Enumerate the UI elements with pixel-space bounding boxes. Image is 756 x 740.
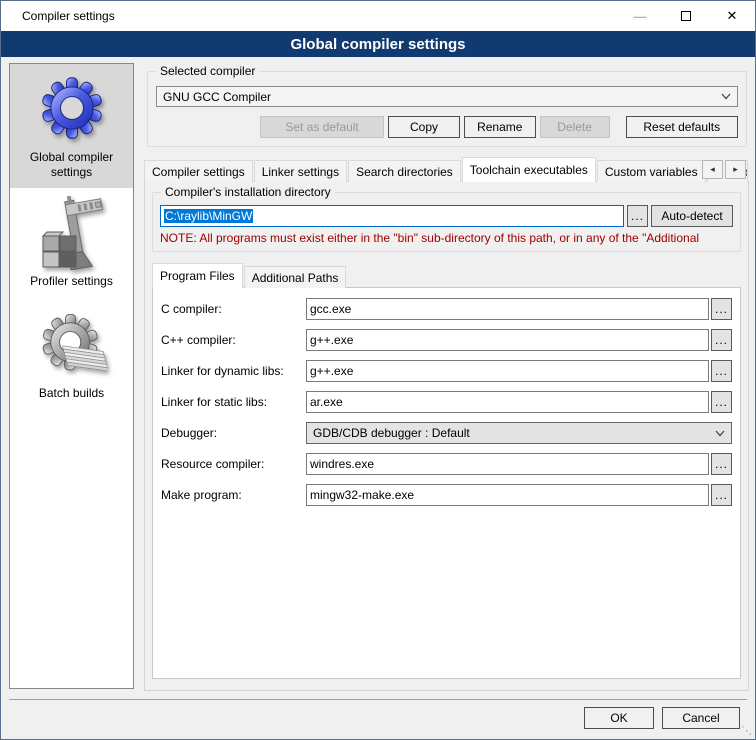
maximize-button[interactable]	[663, 1, 709, 31]
field-value: windres.exe	[310, 457, 374, 471]
debugger-value: GDB/CDB debugger : Default	[313, 426, 715, 440]
field-row-resource-compiler: Resource compiler: windres.exe ...	[161, 453, 732, 475]
selected-compiler-dropdown[interactable]: GNU GCC Compiler	[156, 86, 738, 107]
bin-subdirectory-note: NOTE: All programs must exist either in …	[160, 231, 733, 245]
browse-resource-compiler-button[interactable]: ...	[711, 453, 732, 475]
selected-compiler-value: GNU GCC Compiler	[163, 90, 721, 104]
minimize-icon: —	[634, 9, 647, 24]
selected-compiler-group-label: Selected compiler	[156, 64, 259, 78]
cpp-compiler-input[interactable]: g++.exe	[306, 329, 709, 351]
copy-button[interactable]: Copy	[388, 116, 460, 138]
field-value: g++.exe	[310, 333, 353, 347]
field-value: ar.exe	[310, 395, 343, 409]
settings-category-list: Global compiler settings	[9, 63, 134, 689]
auto-detect-button[interactable]: Auto-detect	[651, 205, 733, 227]
chevron-down-icon	[715, 430, 725, 437]
tab-scroll-buttons: ◂ ▸	[702, 160, 746, 179]
installation-directory-group-label: Compiler's installation directory	[161, 185, 335, 199]
browse-c-compiler-button[interactable]: ...	[711, 298, 732, 320]
installation-directory-group: Compiler's installation directory C:\ray…	[152, 192, 741, 252]
field-row-cpp-compiler: C++ compiler: g++.exe ...	[161, 329, 732, 351]
field-label: Make program:	[161, 488, 306, 502]
titlebar[interactable]: Compiler settings — ✕	[1, 1, 755, 31]
arrow-right-icon: ▸	[733, 164, 738, 175]
sidebar-item-profiler-settings[interactable]: Profiler settings	[10, 188, 133, 300]
tab-scroll-left-button[interactable]: ◂	[702, 160, 723, 179]
rename-button[interactable]: Rename	[464, 116, 536, 138]
minimize-button[interactable]: —	[617, 1, 663, 31]
field-row-c-compiler: C compiler: gcc.exe ...	[161, 298, 732, 320]
window-title: Compiler settings	[22, 9, 115, 23]
browse-cpp-compiler-button[interactable]: ...	[711, 329, 732, 351]
gray-gear-stack-icon	[33, 308, 111, 380]
field-value: g++.exe	[310, 364, 353, 378]
linker-static-input[interactable]: ar.exe	[306, 391, 709, 413]
chevron-down-icon	[721, 93, 731, 100]
debugger-dropdown[interactable]: GDB/CDB debugger : Default	[306, 422, 732, 444]
field-row-debugger: Debugger: GDB/CDB debugger : Default	[161, 422, 732, 444]
sidebar-item-label: Global compiler settings	[10, 150, 133, 180]
resize-grip[interactable]: ⋱	[741, 724, 752, 737]
make-program-input[interactable]: mingw32-make.exe	[306, 484, 709, 506]
field-label: Debugger:	[161, 426, 306, 440]
ok-button[interactable]: OK	[584, 707, 654, 729]
program-tabs: Program Files Additional Paths	[152, 264, 741, 288]
browse-linker-dynamic-button[interactable]: ...	[711, 360, 732, 382]
cancel-button[interactable]: Cancel	[662, 707, 740, 729]
main-panel: Selected compiler GNU GCC Compiler Set a…	[144, 63, 749, 689]
installation-directory-row: C:\raylib\MinGW ... Auto-detect	[160, 205, 733, 227]
close-icon: ✕	[727, 8, 738, 24]
maximize-icon	[681, 11, 691, 21]
installation-directory-selected-text: C:\raylib\MinGW	[164, 209, 253, 223]
tab-scroll-right-button[interactable]: ▸	[725, 160, 746, 179]
field-value: gcc.exe	[310, 302, 351, 316]
installation-directory-input[interactable]: C:\raylib\MinGW	[160, 205, 624, 227]
settings-tabs: Compiler settings Linker settings Search…	[144, 157, 749, 182]
browse-linker-static-button[interactable]: ...	[711, 391, 732, 413]
toolchain-executables-panel: Compiler's installation directory C:\ray…	[144, 181, 749, 691]
delete-button[interactable]: Delete	[540, 116, 610, 138]
field-label: C++ compiler:	[161, 333, 306, 347]
field-value: mingw32-make.exe	[310, 488, 414, 502]
compiler-settings-dialog: Compiler settings — ✕ Global compiler se…	[0, 0, 756, 740]
field-row-linker-static: Linker for static libs: ar.exe ...	[161, 391, 732, 413]
sidebar-item-label: Batch builds	[35, 386, 108, 401]
compiler-actions: Set as default Copy Rename Delete Reset …	[260, 116, 738, 138]
browse-directory-button[interactable]: ...	[627, 205, 648, 227]
page-title: Global compiler settings	[1, 31, 755, 57]
tab-linker-settings[interactable]: Linker settings	[254, 160, 347, 182]
program-files-panel: C compiler: gcc.exe ... C++ compiler: g+…	[152, 287, 741, 679]
window-controls: — ✕	[617, 1, 755, 31]
caliper-icon	[33, 196, 111, 268]
tab-additional-paths[interactable]: Additional Paths	[244, 266, 347, 288]
sidebar-item-label: Profiler settings	[26, 274, 117, 289]
field-label: Linker for dynamic libs:	[161, 364, 306, 378]
set-as-default-button[interactable]: Set as default	[260, 116, 384, 138]
field-row-make-program: Make program: mingw32-make.exe ...	[161, 484, 732, 506]
blue-gear-icon	[33, 72, 111, 144]
sidebar-item-global-compiler-settings[interactable]: Global compiler settings	[10, 64, 133, 188]
browse-make-program-button[interactable]: ...	[711, 484, 732, 506]
tab-toolchain-executables[interactable]: Toolchain executables	[462, 157, 596, 182]
resource-compiler-input[interactable]: windres.exe	[306, 453, 709, 475]
c-compiler-input[interactable]: gcc.exe	[306, 298, 709, 320]
field-row-linker-dynamic: Linker for dynamic libs: g++.exe ...	[161, 360, 732, 382]
field-label: C compiler:	[161, 302, 306, 316]
linker-dynamic-input[interactable]: g++.exe	[306, 360, 709, 382]
footer-separator	[9, 699, 747, 700]
dialog-buttons: OK Cancel	[584, 707, 740, 729]
tab-program-files[interactable]: Program Files	[152, 263, 243, 288]
field-label: Resource compiler:	[161, 457, 306, 471]
sidebar-item-batch-builds[interactable]: Batch builds	[10, 300, 133, 420]
tab-custom-variables[interactable]: Custom variables	[597, 160, 706, 182]
arrow-left-icon: ◂	[710, 164, 715, 175]
selected-compiler-group: Selected compiler GNU GCC Compiler Set a…	[147, 71, 747, 147]
reset-defaults-button[interactable]: Reset defaults	[626, 116, 738, 138]
tab-search-directories[interactable]: Search directories	[348, 160, 461, 182]
close-button[interactable]: ✕	[709, 1, 755, 31]
tab-compiler-settings[interactable]: Compiler settings	[144, 160, 253, 182]
field-label: Linker for static libs:	[161, 395, 306, 409]
